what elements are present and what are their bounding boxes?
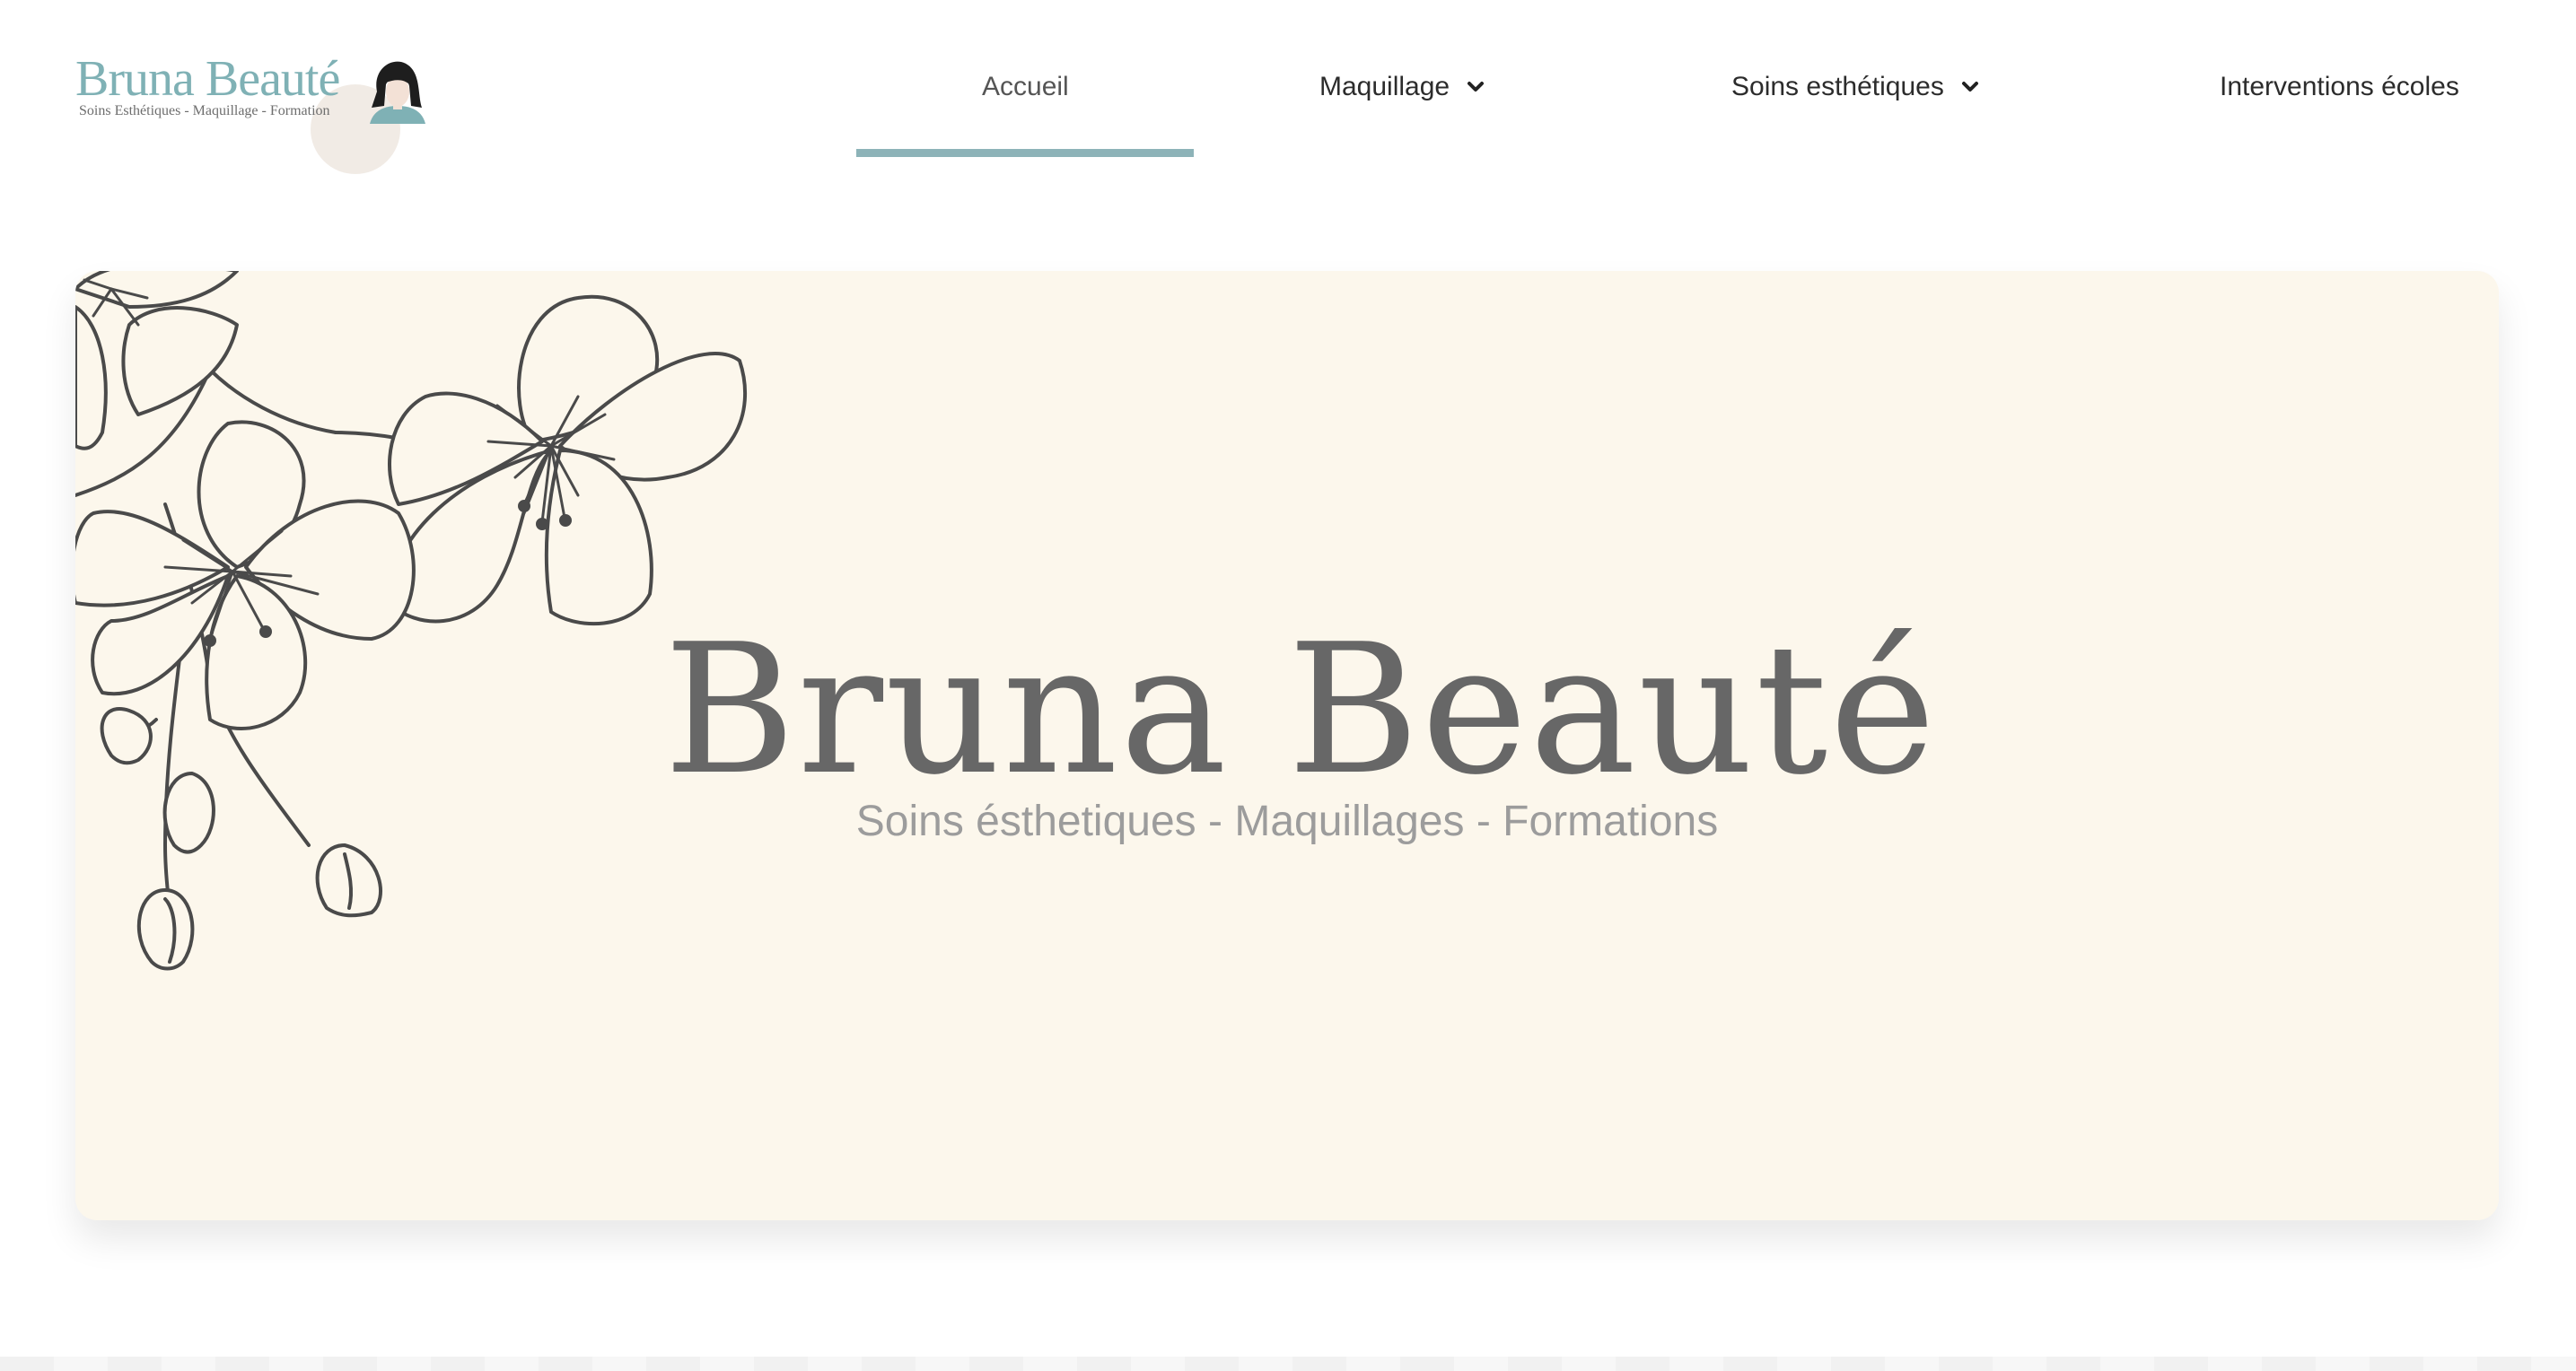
- main-nav: Accueil Maquillage Soins esthétiques Int…: [0, 0, 2576, 162]
- hero-banner: Bruna Beauté Soins ésthetiques - Maquill…: [75, 271, 2499, 1220]
- chevron-down-icon: [1468, 82, 1485, 92]
- nav-item-label: Maquillage: [1319, 72, 1450, 101]
- chevron-down-icon: [1961, 82, 1978, 92]
- nav-item-soins-esthetiques[interactable]: Soins esthétiques: [1731, 65, 1980, 109]
- nav-item-interventions-ecoles[interactable]: Interventions écoles: [2220, 65, 2459, 109]
- hero-title: Bruna Beauté: [663, 606, 1938, 815]
- active-tab-indicator: [856, 149, 1194, 157]
- hero-subtitle: Soins ésthetiques - Maquillages - Format…: [855, 798, 1719, 845]
- page-section-divider: [0, 1357, 2576, 1371]
- site-header: Bruna Beauté Soins Esthétiques - Maquill…: [0, 0, 2576, 174]
- nav-item-accueil[interactable]: Accueil: [982, 65, 1069, 109]
- nav-item-maquillage[interactable]: Maquillage: [1319, 65, 1485, 109]
- nav-item-label: Accueil: [982, 72, 1069, 101]
- nav-item-label: Soins esthétiques: [1731, 72, 1944, 101]
- nav-item-label: Interventions écoles: [2220, 72, 2459, 101]
